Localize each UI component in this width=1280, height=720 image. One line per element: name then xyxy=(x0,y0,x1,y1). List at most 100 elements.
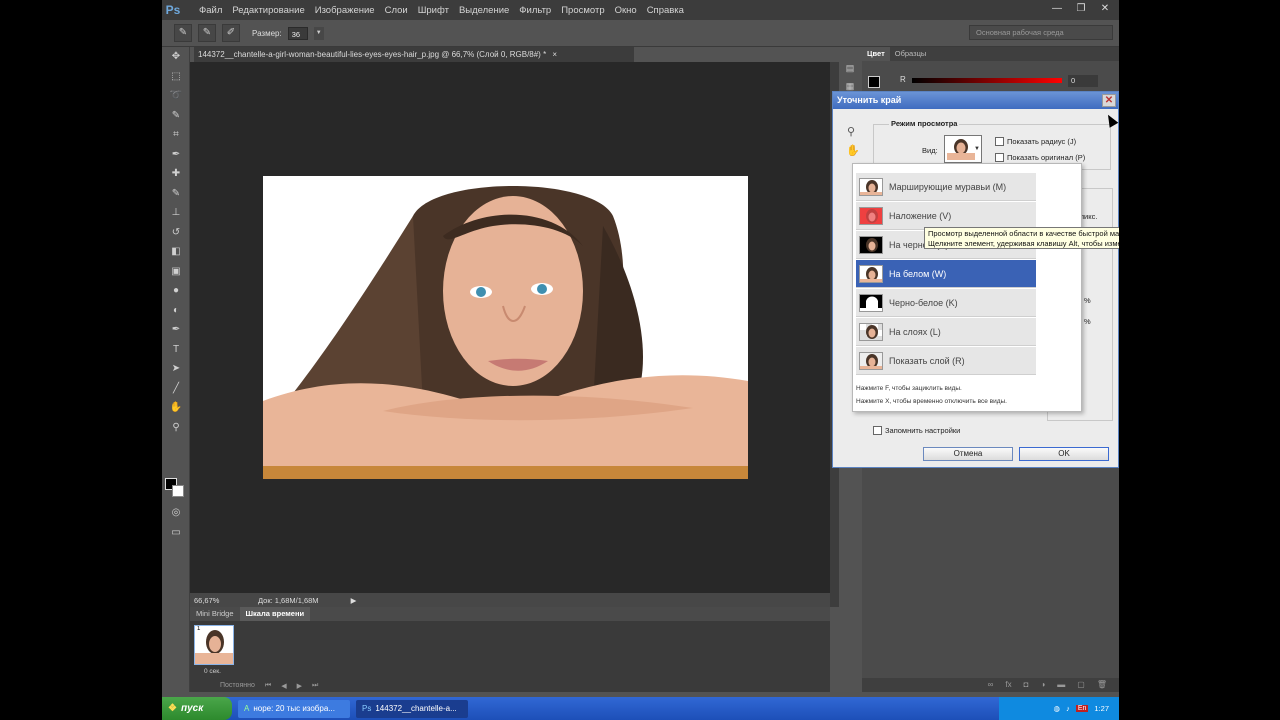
size-dropdown-icon[interactable]: ▼ xyxy=(313,26,324,40)
dodge-tool-icon[interactable]: ◐ xyxy=(162,301,190,321)
size-input[interactable]: 36 xyxy=(287,26,308,40)
layer-mask-icon[interactable]: ◘ xyxy=(1024,678,1029,692)
canvas-photo[interactable] xyxy=(263,176,748,479)
r-channel-value[interactable]: 0 xyxy=(1068,75,1098,87)
menu-view[interactable]: Просмотр xyxy=(556,5,609,16)
eyedropper-tool-icon[interactable]: ✒ xyxy=(162,145,190,165)
show-original-row[interactable]: Показать оригинал (P) xyxy=(995,153,1085,162)
zoom-tool-icon[interactable]: ⚲ xyxy=(162,418,190,438)
cancel-button[interactable]: Отмена xyxy=(923,447,1013,461)
pen-tool-icon[interactable]: ✒ xyxy=(162,320,190,340)
menu-type[interactable]: Шрифт xyxy=(413,5,454,16)
panel-foreground-swatch[interactable] xyxy=(868,76,880,88)
move-tool-icon[interactable]: ✥ xyxy=(162,47,190,67)
taskbar-item-photoshop[interactable]: Ps 144372__chantelle-a... xyxy=(356,699,468,718)
taskbar-item-browser[interactable]: A норе: 20 тыс изобра... xyxy=(238,699,350,718)
tab-timeline[interactable]: Шкала времени xyxy=(239,607,311,621)
brush-tool-icon[interactable]: ✎ xyxy=(162,184,190,204)
tab-mini-bridge[interactable]: Mini Bridge xyxy=(190,607,240,621)
on-black-thumb-icon xyxy=(859,235,883,254)
gradient-tool-icon[interactable]: ▣ xyxy=(162,262,190,282)
ok-button[interactable]: OK xyxy=(1019,447,1109,461)
tray-network-icon[interactable]: ◍ xyxy=(1054,704,1061,713)
hand-icon[interactable]: ✋ xyxy=(846,144,860,157)
view-option-on-white[interactable]: На белом (W) xyxy=(856,260,1036,288)
background-color-swatch[interactable] xyxy=(172,485,184,497)
menu-image[interactable]: Изображение xyxy=(310,5,380,16)
canvas-area[interactable] xyxy=(190,62,830,593)
zoom-lens-icon[interactable]: ⚲ xyxy=(847,125,855,138)
menu-filter[interactable]: Фильтр xyxy=(514,5,556,16)
history-panel-icon[interactable]: ▤ xyxy=(843,63,857,75)
healing-tool-icon[interactable]: ✚ xyxy=(162,164,190,184)
menu-file[interactable]: Файл xyxy=(194,5,227,16)
close-window-button[interactable]: ✕ xyxy=(1095,2,1115,16)
language-indicator[interactable]: En xyxy=(1075,705,1089,712)
zoom-level[interactable]: 66,67% xyxy=(194,596,230,605)
first-frame-icon[interactable]: ⏮ xyxy=(265,682,271,690)
history-brush-icon[interactable]: ↺ xyxy=(162,223,190,243)
prev-frame-icon[interactable]: ◀ xyxy=(281,682,286,690)
menu-edit[interactable]: Редактирование xyxy=(227,5,309,16)
menu-help[interactable]: Справка xyxy=(642,5,689,16)
menu-select[interactable]: Выделение xyxy=(454,5,514,16)
view-option-overlay[interactable]: Наложение (V) xyxy=(856,202,1036,230)
link-layers-icon[interactable]: ∞ xyxy=(988,678,994,692)
view-thumbnail xyxy=(947,138,975,160)
delete-layer-icon[interactable]: 🗑 xyxy=(1097,678,1107,692)
next-frame-icon[interactable]: ⏭ xyxy=(312,682,318,690)
view-option-marching-ants[interactable]: Марширующие муравьи (M) xyxy=(856,173,1036,201)
line-tool-icon[interactable]: ╱ xyxy=(162,379,190,399)
taskbar-item-label: норе: 20 тыс изобра... xyxy=(253,703,335,713)
menu-window[interactable]: Окно xyxy=(610,5,642,16)
quick-mask-icon[interactable]: ◎ xyxy=(162,503,190,523)
tab-swatches[interactable]: Образцы xyxy=(890,47,932,61)
minimize-button[interactable]: — xyxy=(1047,2,1067,16)
show-radius-row[interactable]: Показать радиус (J) xyxy=(995,137,1076,146)
view-option-reveal-layer[interactable]: Показать слой (R) xyxy=(856,347,1036,375)
view-label: Вид: xyxy=(922,146,938,155)
remember-settings-checkbox[interactable] xyxy=(873,426,882,435)
restore-button[interactable]: ❐ xyxy=(1071,2,1091,16)
show-radius-checkbox[interactable] xyxy=(995,137,1004,146)
eraser-mode-icon[interactable]: ✐ xyxy=(222,24,240,42)
tray-volume-icon[interactable]: ♪ xyxy=(1066,704,1070,713)
marquee-tool-icon[interactable]: ⬚ xyxy=(162,67,190,87)
tab-color[interactable]: Цвет xyxy=(862,47,890,61)
new-group-icon[interactable]: ▬ xyxy=(1057,678,1065,692)
hand-tool-icon[interactable]: ✋ xyxy=(162,398,190,418)
frame-delay[interactable]: 0 сек. xyxy=(204,668,221,675)
view-option-on-layers[interactable]: На слоях (L) xyxy=(856,318,1036,346)
show-original-checkbox[interactable] xyxy=(995,153,1004,162)
adjustment-layer-icon[interactable]: ◑ xyxy=(1040,678,1045,692)
document-tab[interactable]: 144372__chantelle-a-girl-woman-beautiful… xyxy=(194,47,634,62)
r-channel-slider[interactable] xyxy=(912,78,1062,83)
timeline-panel: Mini Bridge Шкала времени 1 0 сек. Посто… xyxy=(190,607,830,692)
status-menu-arrow-icon[interactable]: ▶ xyxy=(351,596,357,605)
type-tool-icon[interactable]: T xyxy=(162,340,190,360)
timeline-frame[interactable]: 1 xyxy=(194,625,234,665)
brush-mode-icon[interactable]: ✎ xyxy=(198,24,216,42)
play-icon[interactable]: ▶ xyxy=(297,682,302,690)
path-select-tool-icon[interactable]: ➤ xyxy=(162,359,190,379)
crop-tool-icon[interactable]: ⌗ xyxy=(162,125,190,145)
dialog-close-button[interactable]: ✕ xyxy=(1102,94,1116,107)
quick-select-tool-icon[interactable]: ✎ xyxy=(162,106,190,126)
eraser-tool-icon[interactable]: ◧ xyxy=(162,242,190,262)
brush-tool-icon[interactable]: ✎ xyxy=(174,24,192,42)
view-option-black-white[interactable]: Черно-белое (K) xyxy=(856,289,1036,317)
view-dropdown[interactable]: ▼ xyxy=(944,135,982,163)
menu-layers[interactable]: Слои xyxy=(380,5,413,16)
blur-tool-icon[interactable]: ● xyxy=(162,281,190,301)
layer-fx-icon[interactable]: fx xyxy=(1005,678,1011,692)
new-layer-icon[interactable]: ▢ xyxy=(1077,678,1085,692)
close-tab-icon[interactable]: × xyxy=(552,50,557,59)
start-button[interactable]: ❖ пуск xyxy=(162,697,232,720)
screen-mode-icon[interactable]: ▭ xyxy=(162,523,190,543)
stamp-tool-icon[interactable]: ⊥ xyxy=(162,203,190,223)
hint-disable-views: Нажмите X, чтобы временно отключить все … xyxy=(856,398,1007,405)
remember-settings-row[interactable]: Запомнить настройки xyxy=(873,426,960,435)
lasso-tool-icon[interactable]: ➰ xyxy=(162,86,190,106)
workspace-select[interactable]: Основная рабочая среда xyxy=(969,25,1113,40)
loop-select[interactable]: Постоянно xyxy=(220,682,255,690)
